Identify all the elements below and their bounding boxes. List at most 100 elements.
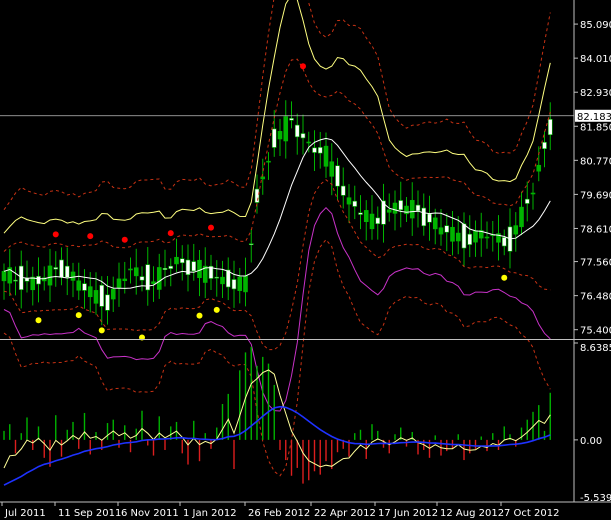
- candle-body: [398, 200, 404, 211]
- candle-body: [116, 278, 122, 289]
- date-tick-label: 7 Oct 2012: [504, 508, 559, 519]
- candle-body: [59, 259, 64, 278]
- candle-body: [484, 236, 490, 239]
- fractal-down-marker: [501, 274, 508, 281]
- candle-body: [99, 284, 105, 307]
- candle-body: [271, 128, 277, 148]
- indicator-tick-label: 0.00: [580, 436, 602, 447]
- candle-body: [473, 230, 478, 243]
- candle-body: [547, 119, 553, 136]
- fractal-down-marker: [75, 312, 82, 319]
- fractal-down-marker: [35, 317, 42, 324]
- candle-body: [237, 276, 243, 291]
- signal-line-yellow: [3, 369, 551, 469]
- candle-body: [386, 209, 392, 213]
- price-tick-label: 78.610: [580, 224, 611, 235]
- date-tick-label: 22 Apr 2012: [314, 508, 376, 519]
- candle-body: [70, 271, 76, 281]
- envelope-upper-line: [3, 0, 551, 234]
- trading-chart-window: 85.090 84.010 82.930 81.850 80.770 79.690 78.6…: [0, 0, 611, 520]
- price-chart: [1, 0, 553, 477]
- candle-body: [427, 213, 432, 223]
- candle-body: [524, 198, 530, 204]
- candle-body: [409, 200, 415, 219]
- candle-body: [243, 275, 248, 293]
- candle-body: [168, 265, 174, 269]
- candle-body: [519, 206, 524, 228]
- candle-body: [174, 256, 179, 265]
- candle-body: [467, 233, 473, 245]
- fractal-up-marker: [52, 231, 59, 238]
- candle-body: [340, 185, 346, 196]
- price-tick-label: 85.090: [580, 20, 611, 31]
- fractal-up-marker: [167, 230, 174, 237]
- candle-body: [197, 259, 202, 279]
- fractal-down-marker: [213, 306, 220, 313]
- candle-body: [421, 207, 427, 227]
- candle-body: [231, 279, 237, 290]
- fractal-down-marker: [196, 312, 203, 319]
- date-tick-label: Jul 2011: [4, 508, 46, 519]
- candle-body: [93, 290, 99, 304]
- candle-body: [358, 212, 363, 215]
- fractal-up-marker: [300, 63, 306, 70]
- band-upper-inner: [3, 58, 551, 252]
- indicator-tick-label: 8.6385: [580, 343, 611, 354]
- candle-body: [277, 131, 283, 140]
- price-tick-label: 80.770: [580, 156, 611, 167]
- candle-body: [455, 232, 461, 242]
- candle-body: [1, 271, 7, 282]
- candle-body: [53, 267, 59, 270]
- candle-body: [306, 141, 312, 144]
- price-tick-label: 76.480: [580, 292, 611, 303]
- candle-body: [122, 278, 128, 282]
- candle-body: [346, 197, 352, 205]
- candle-body: [76, 280, 82, 291]
- band-lower-inner: [3, 179, 551, 351]
- candle-body: [260, 176, 266, 180]
- indicator-chart: [3, 346, 551, 486]
- candle-body: [139, 276, 145, 281]
- price-tick-label: 84.010: [580, 54, 611, 65]
- candle-body: [220, 276, 225, 285]
- fractal-down-marker: [98, 327, 105, 334]
- candle-body: [24, 277, 30, 282]
- candle-body: [461, 223, 467, 249]
- date-tick-label: 1 Jan 2012: [183, 508, 237, 519]
- date-tick-label: 11 Sep 2011: [58, 508, 121, 519]
- candle-body: [335, 165, 340, 187]
- candle-body: [266, 160, 271, 163]
- price-tick-label: 75.400: [580, 326, 611, 337]
- candle-body: [64, 265, 70, 278]
- candle-body: [289, 118, 294, 121]
- price-tick-label: 81.850: [580, 122, 611, 133]
- chart-canvas[interactable]: 85.090 84.010 82.930 81.850 80.770 79.690 78.6…: [0, 0, 611, 520]
- candle-body: [438, 227, 444, 235]
- date-tick-label: 12 Aug 2012: [440, 508, 504, 519]
- candle-body: [162, 267, 168, 270]
- candle-body: [513, 225, 519, 235]
- fractal-up-marker: [208, 224, 214, 231]
- candle-body: [323, 145, 329, 167]
- candle-body: [248, 243, 254, 246]
- axes: 85.090 84.010 82.930 81.850 80.770 79.690 78.6…: [0, 0, 611, 519]
- candle-body: [30, 276, 36, 291]
- price-tick-label: 77.560: [580, 258, 611, 269]
- candle-body: [450, 226, 455, 242]
- candle-body: [87, 286, 93, 298]
- candle-body: [110, 288, 116, 300]
- fractal-up-marker: [87, 233, 94, 240]
- candle-body: [369, 213, 375, 230]
- date-tick-label: 17 Jun 2012: [378, 508, 438, 519]
- candle-body: [415, 204, 421, 212]
- candle-body: [432, 217, 438, 230]
- candle-body: [128, 268, 133, 271]
- band-lower-outer: [3, 238, 551, 477]
- candle-body: [36, 275, 41, 285]
- candle-body: [329, 161, 335, 177]
- candle-body: [105, 294, 110, 311]
- candle-body: [214, 276, 220, 279]
- candle-body: [151, 281, 156, 284]
- candle-body: [13, 279, 18, 282]
- candle-body: [392, 202, 398, 214]
